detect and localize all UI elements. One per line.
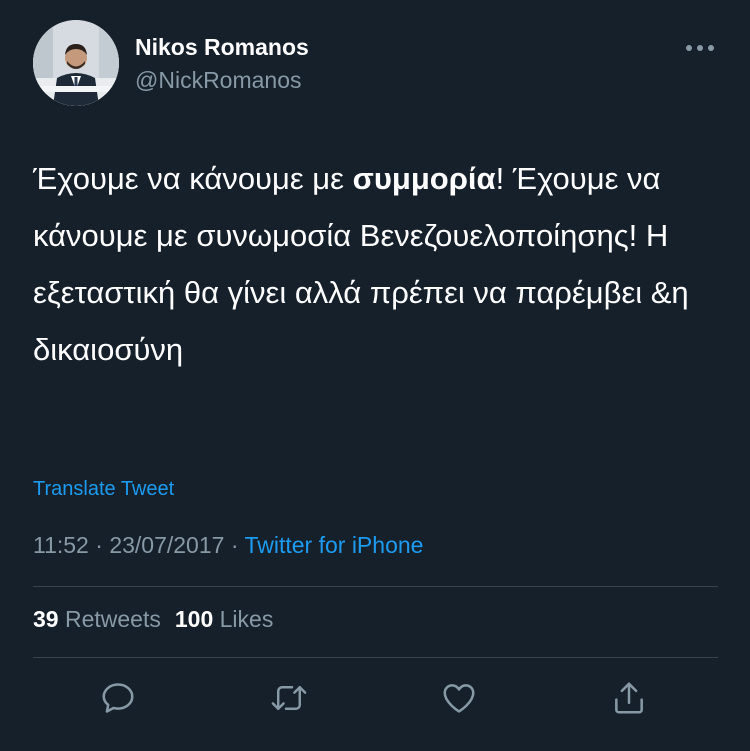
tweet-meta: 11:52 · 23/07/2017 · Twitter for iPhone bbox=[33, 532, 423, 559]
tweet-stats: 39 Retweets 100 Likes bbox=[33, 606, 273, 633]
more-button[interactable] bbox=[680, 37, 720, 59]
retweet-icon bbox=[271, 686, 307, 711]
more-dots-icon bbox=[686, 45, 714, 51]
tweet-time: 11:52 bbox=[33, 532, 89, 558]
divider bbox=[33, 657, 718, 658]
meta-separator: · bbox=[88, 532, 110, 558]
tweet-text-part1: Έχουμε να κάνουμε με bbox=[33, 161, 353, 196]
likes-label: Likes bbox=[219, 606, 274, 632]
tweet-source-link[interactable]: Twitter for iPhone bbox=[244, 532, 423, 558]
retweets-stat[interactable]: 39 Retweets bbox=[33, 606, 161, 632]
tweet-date: 23/07/2017 bbox=[109, 532, 225, 558]
retweets-count: 39 bbox=[33, 606, 59, 632]
retweet-button[interactable] bbox=[267, 676, 311, 720]
reply-button[interactable] bbox=[96, 676, 140, 720]
avatar[interactable] bbox=[33, 20, 119, 106]
divider bbox=[33, 586, 718, 587]
likes-stat[interactable]: 100 Likes bbox=[175, 606, 273, 632]
meta-separator: · bbox=[224, 532, 245, 558]
likes-count: 100 bbox=[174, 606, 214, 632]
share-icon bbox=[615, 682, 643, 714]
retweets-label: Retweets bbox=[64, 606, 161, 632]
reply-icon bbox=[102, 683, 134, 713]
translate-tweet-link[interactable]: Translate Tweet bbox=[33, 478, 174, 501]
like-button[interactable] bbox=[437, 676, 481, 720]
tweet-text-bold: συμμορία bbox=[352, 161, 496, 196]
author-name[interactable]: Nikos Romanos bbox=[135, 34, 309, 61]
like-icon bbox=[443, 684, 475, 713]
tweet-text: Έχουμε να κάνουμε με συμμορία! Έχουμε να… bbox=[33, 150, 723, 378]
avatar-photo bbox=[33, 20, 119, 106]
author-handle[interactable]: @NickRomanos bbox=[135, 67, 302, 94]
share-button[interactable] bbox=[607, 676, 651, 720]
